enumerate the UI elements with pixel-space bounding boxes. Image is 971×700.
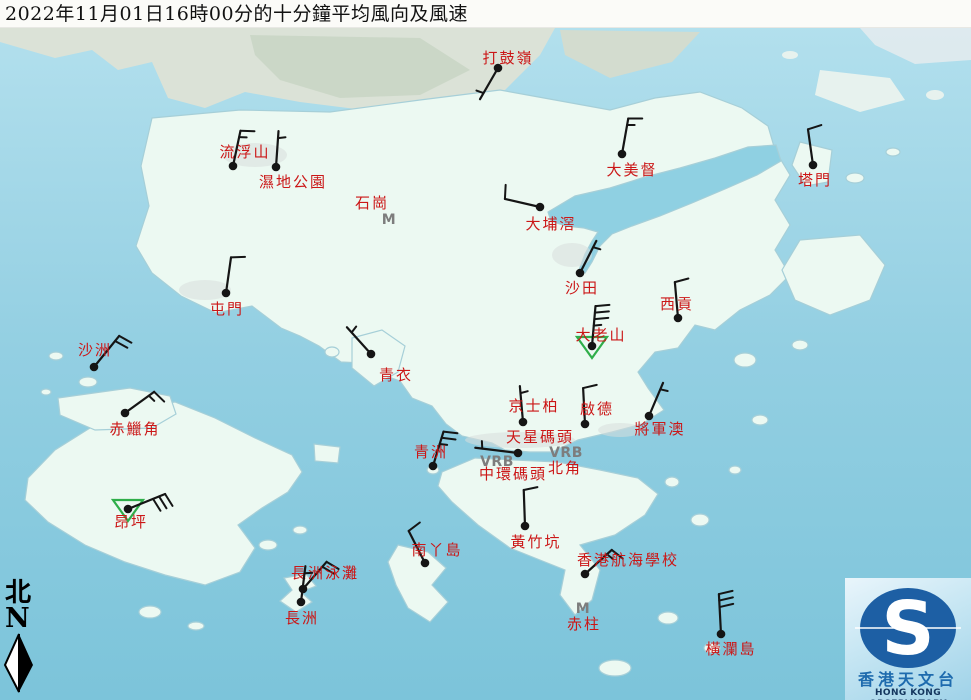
station-label: 青洲 <box>414 443 448 461</box>
station-label: 沙田 <box>565 279 599 297</box>
station-label: 屯門 <box>210 300 244 318</box>
wind-map-page: 流浮山濕地公園 打鼓嶺 M石崗大埔滘 大美督塔門沙田西貢大老山 屯門沙洲赤鱲角 青衣京士柏… <box>0 0 971 700</box>
station-dot <box>229 162 238 171</box>
station-dot <box>581 420 590 429</box>
station-dot <box>717 630 726 639</box>
station-label: 將軍澳 <box>634 420 685 438</box>
station-label: 大老山 <box>575 326 626 344</box>
wind-barb-full <box>594 318 608 319</box>
station-label: 南丫島 <box>411 541 462 559</box>
station-label: 橫瀾島 <box>705 640 756 658</box>
station-label: 長洲 <box>285 609 319 627</box>
station-label: 北角 <box>548 459 582 477</box>
station-label: 啟德 <box>580 400 614 418</box>
station-label: 大美督 <box>606 161 657 179</box>
station-dot <box>272 163 281 172</box>
station-dot <box>809 161 818 170</box>
missing-data-mark: M <box>382 212 396 228</box>
station-label: 濕地公園 <box>259 173 327 191</box>
station-label: 昂坪 <box>114 513 148 531</box>
hko-name-english: HONG KONG OBSERVATORY <box>845 688 971 700</box>
station-label: 赤柱 <box>567 615 601 633</box>
compass-north-letter: N <box>5 606 42 632</box>
station-dot <box>618 150 627 159</box>
station-dot <box>367 350 376 359</box>
wind-barb-staff <box>524 490 525 526</box>
station-label: 天星碼頭 <box>506 428 574 446</box>
station-label: 黃竹坑 <box>510 533 561 551</box>
station-label: 沙洲 <box>78 341 112 359</box>
wind-barb-full <box>595 311 609 312</box>
station-dot <box>90 363 99 372</box>
hko-logo-symbol: S <box>881 586 934 670</box>
station-dot <box>429 462 438 471</box>
station-label: 石崗 <box>355 194 389 212</box>
hko-logo-icon: S <box>845 578 971 670</box>
station-dot <box>121 409 130 418</box>
station-north-point: VRB北角 <box>548 445 583 477</box>
north-arrow-icon <box>2 632 38 694</box>
north-compass: 北 N <box>2 580 42 698</box>
wind-barb-full <box>505 185 506 199</box>
wind-barb-half <box>278 137 285 138</box>
station-dot <box>514 449 523 458</box>
station-label: 流浮山 <box>219 143 270 161</box>
station-dot <box>576 269 585 278</box>
station-label: 赤鱲角 <box>109 420 160 438</box>
station-label: 西貢 <box>660 295 694 313</box>
station-dot <box>222 289 231 298</box>
hko-name-chinese: 香港天文台 <box>845 672 971 688</box>
hko-logo: S 香港天文台 HONG KONG OBSERVATORY <box>845 578 971 700</box>
station-label: 長洲泳灘 <box>291 564 359 582</box>
station-dot <box>645 412 654 421</box>
station-label: 打鼓嶺 <box>482 49 533 67</box>
station-dot <box>124 505 133 514</box>
station-dot <box>519 418 528 427</box>
station-label: 京士柏 <box>508 397 559 415</box>
station-dot <box>421 559 430 568</box>
station-label: 中環碼頭 <box>479 465 547 483</box>
station-label: 大埔滘 <box>525 215 576 233</box>
map-title: 2022年11月01日16時00分的十分鐘平均風向及風速 <box>0 0 971 28</box>
station-dot <box>536 203 545 212</box>
wind-barb-full <box>595 305 609 306</box>
station-dot <box>581 570 590 579</box>
station-label: 青衣 <box>379 366 413 384</box>
hong-kong-map: 流浮山濕地公園 打鼓嶺 M石崗大埔滘 大美督塔門沙田西貢大老山 屯門沙洲赤鱲角 青衣京士柏… <box>0 0 971 700</box>
peng-chau-island <box>314 444 340 463</box>
station-label: 塔門 <box>798 171 832 189</box>
station-dot <box>297 598 306 607</box>
station-dot <box>521 522 530 531</box>
station-label: 香港航海學校 <box>577 551 679 569</box>
station-dot <box>674 314 683 323</box>
